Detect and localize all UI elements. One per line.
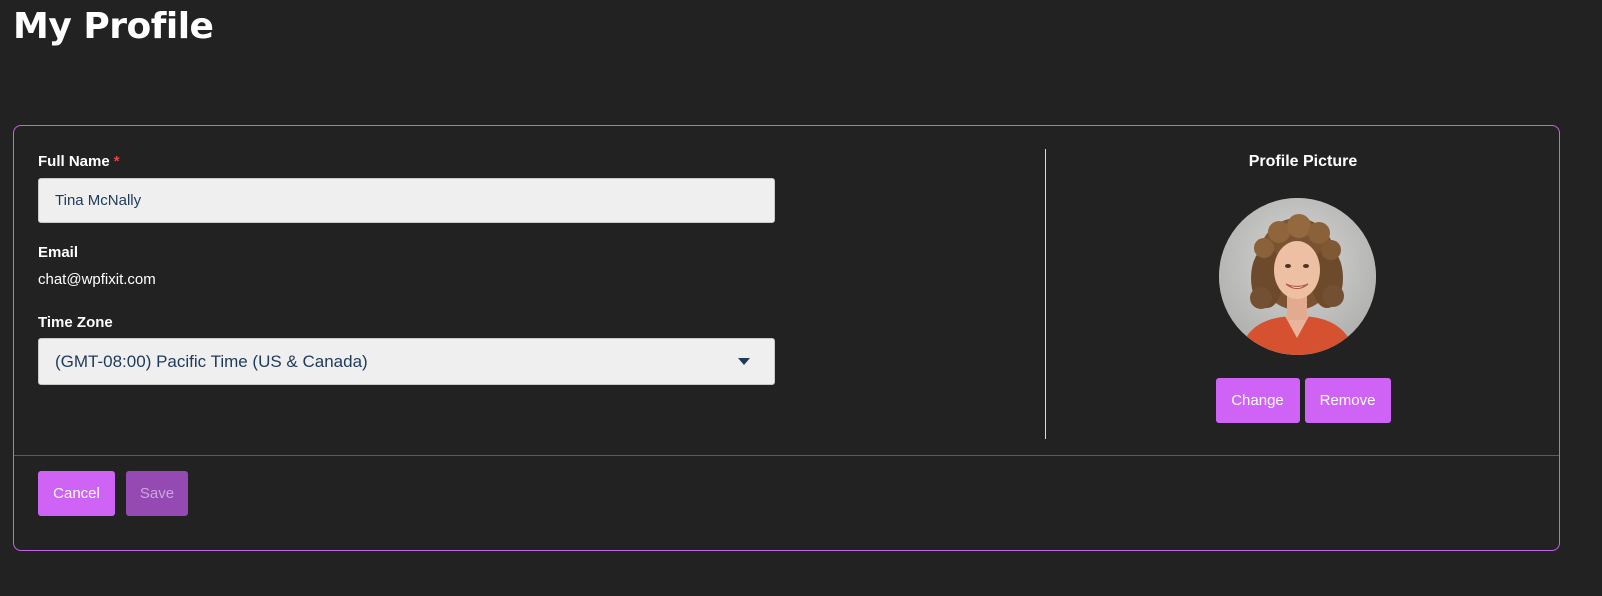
horizontal-divider xyxy=(14,455,1559,456)
avatar-photo xyxy=(1219,198,1376,355)
timezone-select[interactable]: (GMT-08:00) Pacific Time (US & Canada) xyxy=(38,338,775,385)
profile-picture-panel: Profile Picture Change Remove xyxy=(1046,126,1560,455)
page-title: My Profile xyxy=(13,6,214,47)
save-button[interactable]: Save xyxy=(126,471,188,516)
caret-down-icon[interactable] xyxy=(738,358,750,365)
timezone-label: Time Zone xyxy=(38,314,113,331)
profile-card: Full Name* Email chat@wpfixit.com Time Z… xyxy=(13,125,1560,551)
remove-picture-button[interactable]: Remove xyxy=(1304,378,1391,423)
profile-picture-actions: Change Remove xyxy=(1046,378,1560,423)
avatar xyxy=(1219,198,1376,355)
profile-picture-heading: Profile Picture xyxy=(1248,153,1358,170)
full-name-input[interactable] xyxy=(38,178,775,223)
required-marker: * xyxy=(113,153,120,170)
email-label: Email xyxy=(38,244,79,261)
change-picture-button[interactable]: Change xyxy=(1215,378,1300,423)
full-name-label: Full Name * xyxy=(38,153,120,170)
form-actions: Cancel Save xyxy=(38,471,188,516)
email-value: chat@wpfixit.com xyxy=(38,271,156,288)
cancel-button[interactable]: Cancel xyxy=(38,471,115,516)
timezone-selected-value: (GMT-08:00) Pacific Time (US & Canada) xyxy=(55,351,368,371)
full-name-label-text: Full Name xyxy=(38,153,110,170)
